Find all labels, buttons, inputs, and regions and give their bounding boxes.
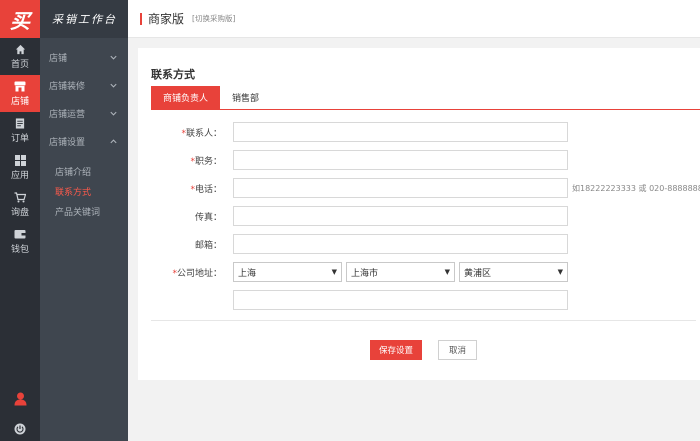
switch-buyer-link[interactable]: [切换采购版] (192, 13, 235, 24)
rail-item-store[interactable]: 店铺 (0, 75, 40, 112)
sidebar-group-operations[interactable]: 店铺运营 (40, 99, 128, 127)
rail-label-wallet: 钱包 (10, 244, 29, 255)
logo-char: 买 (10, 8, 30, 33)
sidebar-group-settings[interactable]: 店铺设置 (40, 127, 128, 155)
order-icon (14, 117, 26, 129)
apps-icon (14, 154, 26, 166)
province-value: 上海 (238, 268, 257, 279)
position-row: *职务： (138, 150, 228, 170)
email-input[interactable] (233, 234, 568, 254)
icon-rail: 买 首页 店铺 订单 应用 询盘 钱包 (0, 0, 40, 441)
fax-label: 传真： (194, 212, 222, 223)
fax-input[interactable] (233, 206, 568, 226)
tab-bar: 商铺负责人 销售部 (151, 86, 700, 110)
dropdown-arrow-icon: ▼ (331, 268, 337, 276)
rail-label-orders: 订单 (10, 133, 29, 144)
sidebar-group-label: 店铺 (49, 53, 68, 64)
sidebar-item-contact[interactable]: 联系方式 (40, 181, 128, 201)
sidebar-group-decoration[interactable]: 店铺装修 (40, 71, 128, 99)
city-select[interactable]: 上海市 ▼ (346, 262, 455, 282)
address-row: *公司地址： (138, 262, 228, 282)
power-button[interactable] (0, 420, 40, 440)
chevron-down-icon (110, 111, 117, 116)
contact-input[interactable] (233, 122, 568, 142)
address-label: *公司地址： (172, 268, 222, 279)
power-icon (14, 423, 26, 438)
position-input[interactable] (233, 150, 568, 170)
save-button[interactable]: 保存设置 (370, 340, 422, 360)
dropdown-arrow-icon: ▼ (444, 268, 450, 276)
province-select[interactable]: 上海 ▼ (233, 262, 342, 282)
user-avatar-button[interactable] (0, 390, 40, 410)
chevron-up-icon (110, 138, 117, 143)
rail-item-wallet[interactable]: 钱包 (0, 223, 40, 260)
rail-label-home: 首页 (10, 59, 29, 70)
secondary-sidebar: 采销工作台 店铺 店铺装修 店铺运营 店铺设置 店铺介绍 联系方式 产品关键词 (40, 0, 128, 441)
form-divider (151, 320, 696, 321)
dropdown-arrow-icon: ▼ (557, 268, 563, 276)
top-header: 商家版 [切换采购版] (128, 0, 700, 38)
wallet-icon (14, 229, 26, 240)
cancel-button[interactable]: 取消 (438, 340, 477, 360)
user-icon (14, 392, 27, 409)
sidebar-item-store-intro[interactable]: 店铺介绍 (40, 161, 128, 181)
phone-input[interactable] (233, 178, 568, 198)
store-icon (14, 81, 26, 92)
tab-store-owner[interactable]: 商铺负责人 (151, 86, 221, 109)
contact-label: *联系人： (181, 128, 222, 139)
cart-icon (14, 191, 26, 203)
rail-item-apps[interactable]: 应用 (0, 149, 40, 186)
rail-item-home[interactable]: 首页 (0, 38, 40, 75)
contact-row: *联系人： (138, 122, 228, 142)
sidebar-item-keywords[interactable]: 产品关键词 (40, 201, 128, 221)
tab-sales-dept[interactable]: 销售部 (220, 86, 271, 109)
city-value: 上海市 (351, 268, 379, 279)
phone-label: *电话： (190, 184, 222, 195)
rail-item-inquiry[interactable]: 询盘 (0, 186, 40, 223)
rail-label-inquiry: 询盘 (10, 207, 29, 218)
phone-hint: 如18222223333 或 020-88888888 (572, 184, 700, 193)
workbench-title: 采销工作台 (40, 0, 128, 38)
district-value: 黄浦区 (464, 268, 492, 279)
rail-item-orders[interactable]: 订单 (0, 112, 40, 149)
address-detail-input[interactable] (233, 290, 568, 310)
page-title: 商家版 (148, 12, 185, 26)
contact-card: 联系方式 商铺负责人 销售部 *联系人： *职务： *电话： 如18222223… (138, 48, 700, 380)
brand-logo[interactable]: 买 (0, 0, 40, 38)
chevron-down-icon (110, 55, 117, 60)
accent-bar (140, 12, 142, 25)
sidebar-group-label: 店铺设置 (49, 137, 86, 148)
rail-label-apps: 应用 (10, 170, 29, 181)
rail-label-store: 店铺 (10, 96, 29, 107)
position-label: *职务： (190, 156, 222, 167)
card-title: 联系方式 (151, 68, 195, 81)
home-icon (14, 44, 26, 55)
fax-row: 传真： (138, 206, 228, 226)
phone-row: *电话： (138, 178, 228, 198)
email-label: 邮箱： (194, 240, 222, 251)
sidebar-group-label: 店铺装修 (49, 81, 86, 92)
email-row: 邮箱： (138, 234, 228, 254)
sidebar-group-store[interactable]: 店铺 (40, 43, 128, 71)
sidebar-group-label: 店铺运营 (49, 109, 86, 120)
chevron-down-icon (110, 83, 117, 88)
district-select[interactable]: 黄浦区 ▼ (459, 262, 568, 282)
